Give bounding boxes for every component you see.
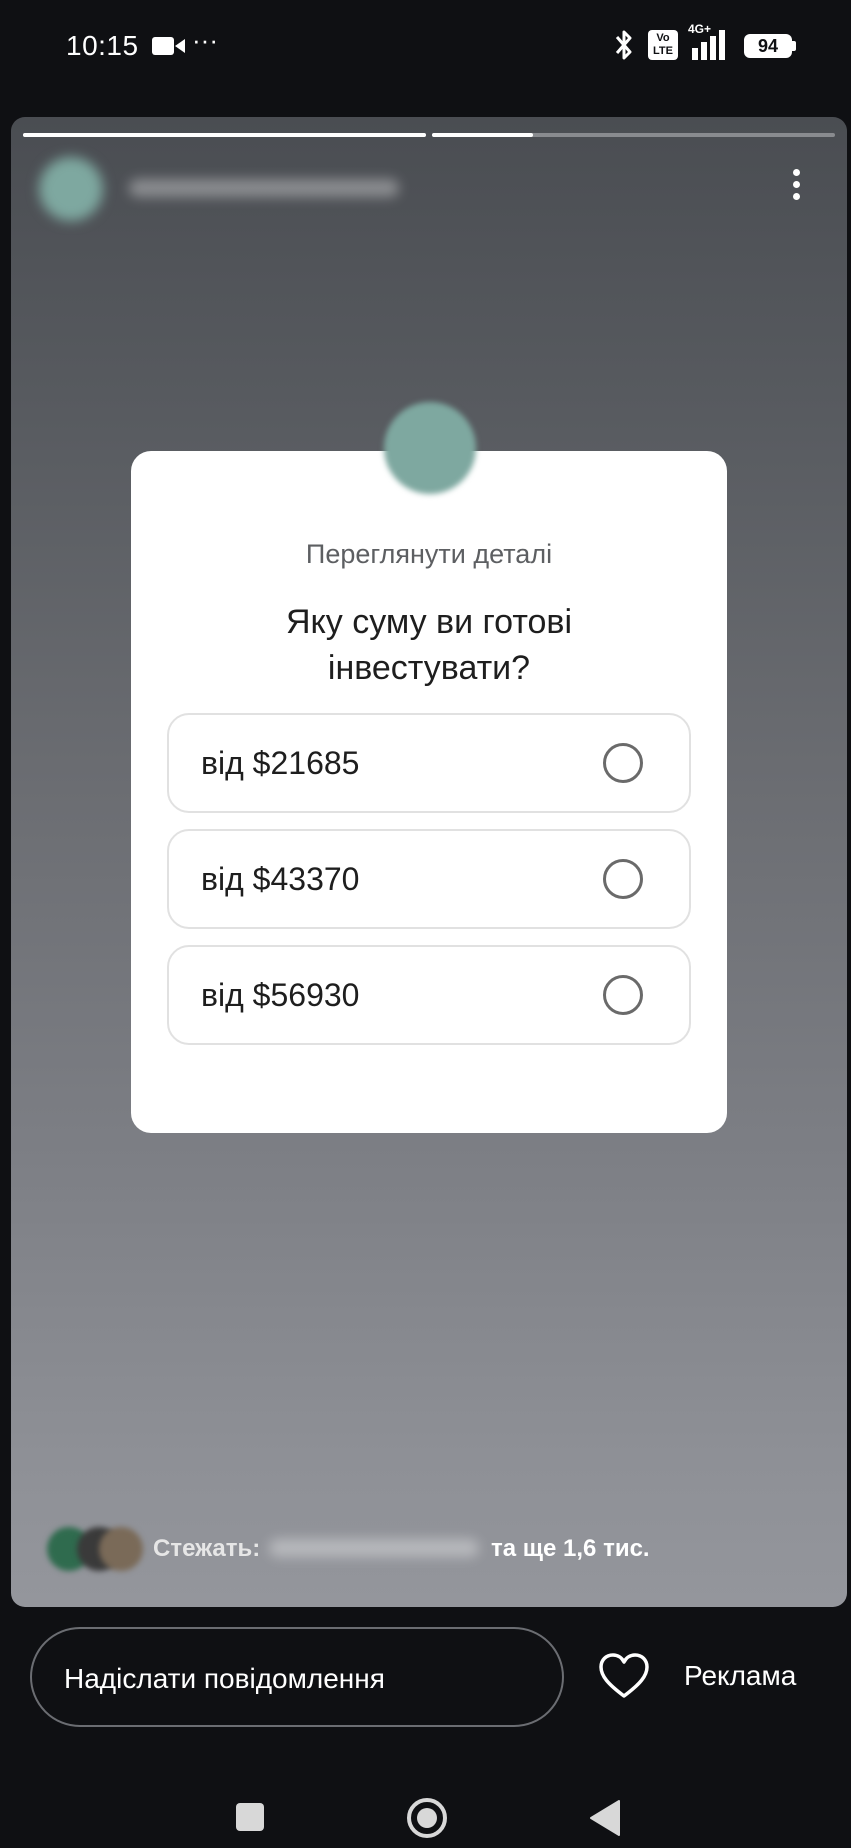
poll-option-label: від $21685 bbox=[201, 745, 360, 781]
status-time: 10:15 bbox=[66, 30, 139, 61]
back-icon[interactable] bbox=[589, 1799, 621, 1837]
story-progress-2 bbox=[432, 133, 835, 137]
video-camera-icon bbox=[152, 37, 185, 55]
status-bar: 10:15 ··· Vo LTE 4G+ 94 bbox=[0, 0, 851, 100]
card-avatar bbox=[384, 402, 476, 494]
poll-card: Переглянути деталі Яку суму ви готові ін… bbox=[131, 451, 727, 1133]
recents-icon[interactable] bbox=[236, 1803, 264, 1831]
battery-icon: 94 bbox=[744, 34, 792, 58]
more-vertical-icon[interactable] bbox=[791, 169, 801, 209]
poll-option[interactable]: від $43370 bbox=[167, 829, 691, 929]
story-author-name-blurred[interactable] bbox=[129, 179, 399, 197]
poll-option-label: від $43370 bbox=[201, 861, 360, 897]
poll-option[interactable]: від $56930 bbox=[167, 945, 691, 1045]
radio-icon[interactable] bbox=[603, 743, 643, 783]
story-progress-fill-2 bbox=[432, 133, 533, 137]
radio-icon[interactable] bbox=[603, 859, 643, 899]
poll-option[interactable]: від $21685 bbox=[167, 713, 691, 813]
followers-more[interactable]: та ще 1,6 тис. bbox=[491, 1535, 650, 1563]
followers-label: Стежать: bbox=[153, 1535, 261, 1562]
poll-question: Яку суму ви готові інвестувати? bbox=[285, 603, 573, 687]
signal-icon bbox=[692, 30, 725, 60]
view-details-link[interactable]: Переглянути деталі bbox=[131, 539, 727, 570]
more-dots-icon: ··· bbox=[192, 25, 218, 55]
send-message-input[interactable]: Надіслати повідомлення bbox=[30, 1627, 564, 1727]
home-icon[interactable] bbox=[406, 1797, 448, 1839]
battery-tip bbox=[792, 41, 796, 51]
send-message-placeholder: Надіслати повідомлення bbox=[64, 1663, 385, 1694]
story-progress-1 bbox=[23, 133, 426, 137]
story-author-avatar[interactable] bbox=[39, 157, 103, 221]
follower-avatar bbox=[99, 1527, 143, 1571]
followers-names-blurred bbox=[269, 1539, 479, 1557]
radio-icon[interactable] bbox=[603, 975, 643, 1015]
story-viewer[interactable]: Переглянути деталі Яку суму ви готові ін… bbox=[11, 117, 847, 1607]
volte-icon: Vo LTE bbox=[648, 30, 678, 60]
heart-icon[interactable] bbox=[598, 1652, 650, 1700]
story-progress-fill-1 bbox=[23, 133, 426, 137]
bluetooth-icon bbox=[615, 30, 632, 60]
poll-option-label: від $56930 bbox=[201, 977, 360, 1013]
ad-label[interactable]: Реклама bbox=[684, 1660, 796, 1692]
